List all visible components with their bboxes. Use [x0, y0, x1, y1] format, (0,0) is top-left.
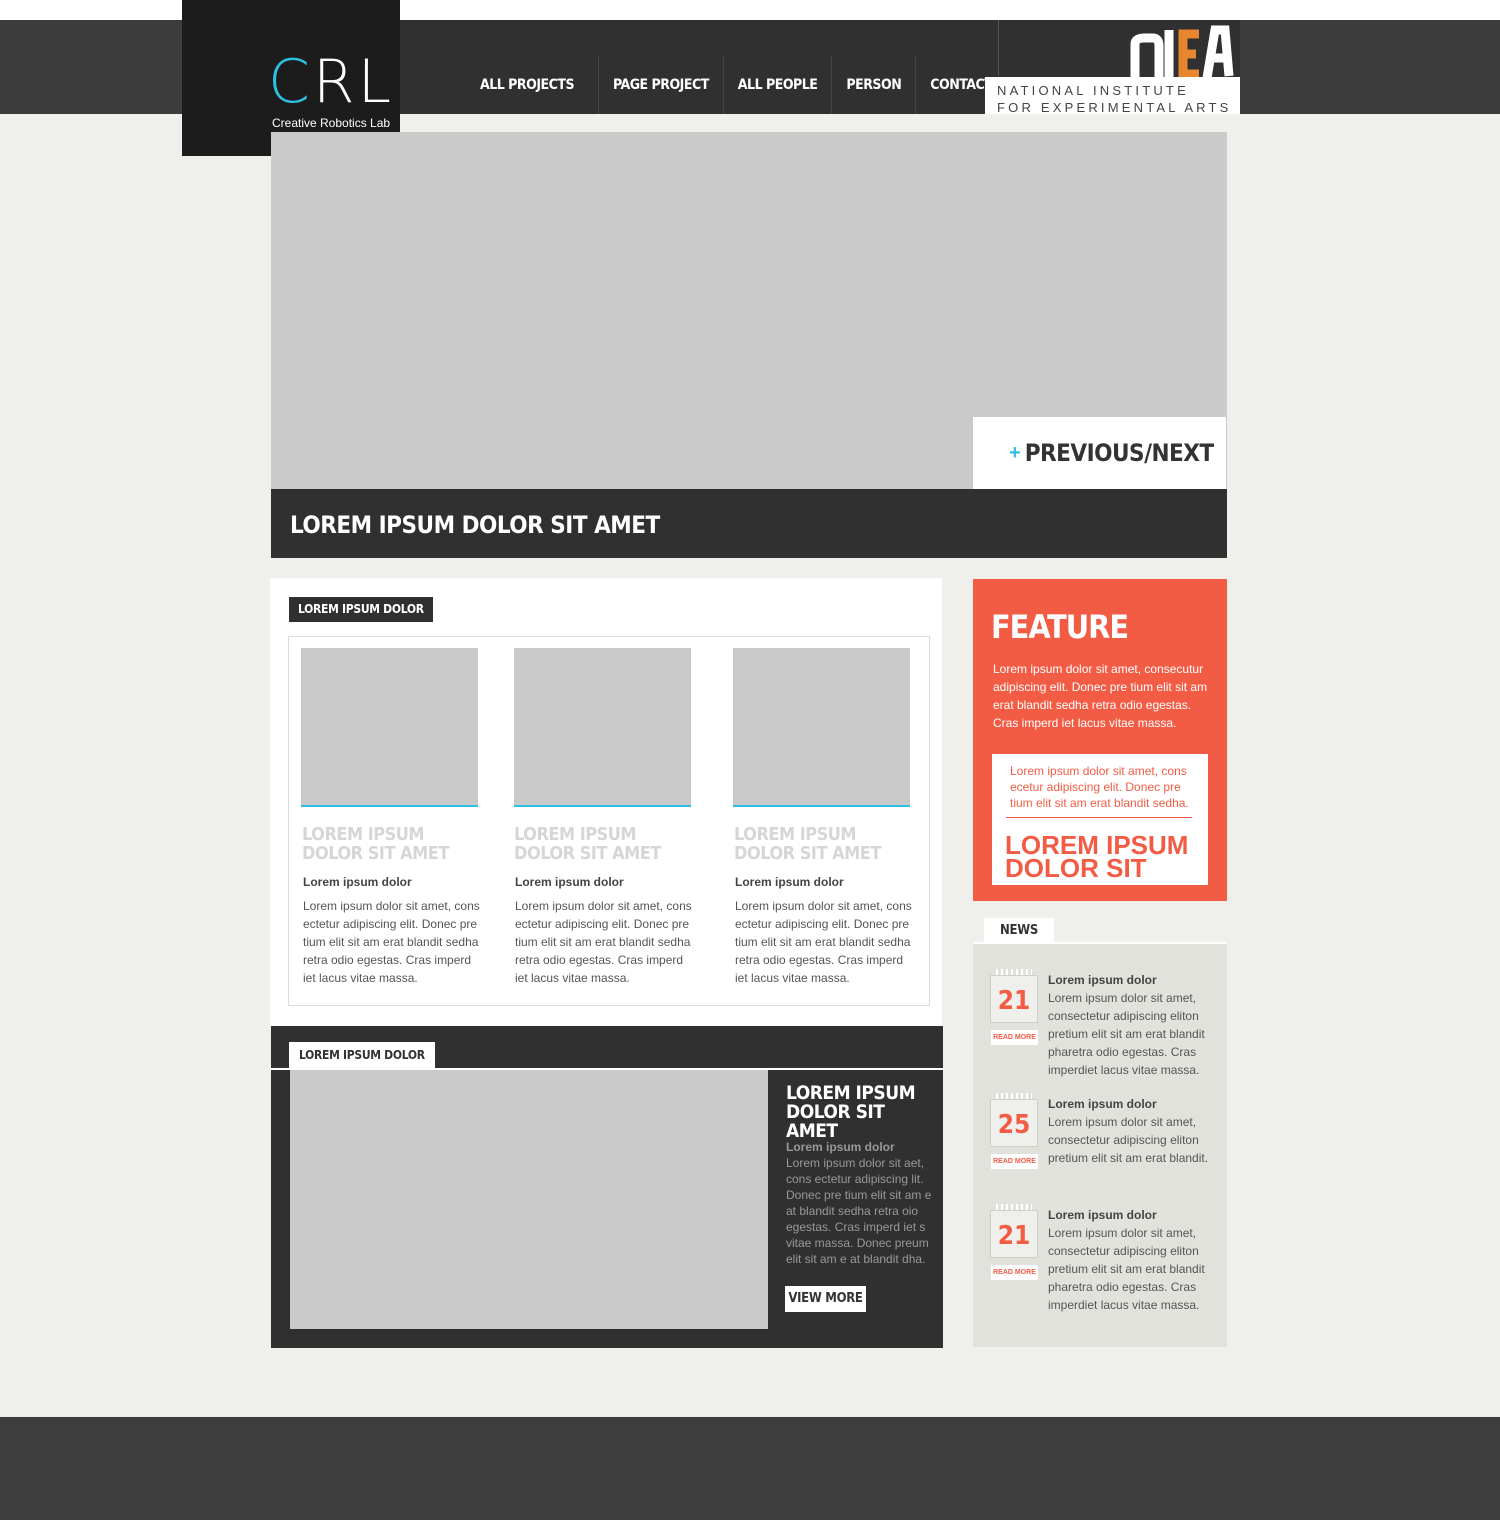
logo-wordmark[interactable]: CRL — [268, 52, 394, 112]
feature-card-text: Lorem ipsum dolor sit amet, cons ecetur … — [1010, 764, 1189, 810]
news-date: 25 — [990, 1099, 1038, 1147]
previous-next-label: PREVIOUS/NEXT — [1024, 439, 1214, 467]
hero-caption: LOREM IPSUM DOLOR SIT AMET — [271, 489, 1227, 558]
nav-person[interactable]: PERSON — [831, 56, 915, 114]
news-headline[interactable]: Lorem ipsum dolor — [1048, 973, 1157, 987]
news-tab[interactable]: NEWS — [984, 918, 1054, 943]
feature-card-headline: LOREM IPSUM DOLOR SIT — [1005, 830, 1189, 883]
project-card-body: Lorem ipsum dolor sit amet, cons ectetur… — [515, 899, 692, 985]
view-more-button[interactable]: VIEW MORE — [785, 1286, 866, 1312]
read-more-button[interactable]: READ MORE — [991, 1265, 1038, 1280]
feature-card-divider — [1006, 817, 1192, 818]
partner-name-line1: NATIONAL INSTITUTE — [997, 83, 1189, 98]
project-card-title[interactable]: LOREM IPSUM DOLOR SIT AMET — [302, 825, 502, 863]
logo-letters: RL — [312, 47, 395, 117]
project-card-subtitle: Lorem ipsum dolor — [303, 875, 412, 889]
news-headline[interactable]: Lorem ipsum dolor — [1048, 1208, 1157, 1222]
featured-section-tag: LOREM IPSUM DOLOR — [289, 1042, 435, 1069]
read-more-button[interactable]: READ MORE — [991, 1154, 1038, 1169]
nav-all-people[interactable]: ALL PEOPLE — [722, 56, 832, 114]
plus-icon: + — [1009, 441, 1021, 464]
news-headline[interactable]: Lorem ipsum dolor — [1048, 1097, 1157, 1111]
featured-project-image[interactable] — [290, 1070, 768, 1329]
project-card-image[interactable] — [733, 648, 910, 807]
project-card-image[interactable] — [301, 648, 478, 807]
feature-body: Lorem ipsum dolor sit amet, consecutur a… — [993, 662, 1208, 730]
projects-section-tag: LOREM IPSUM DOLOR — [289, 597, 433, 622]
news-date: 21 — [990, 975, 1038, 1023]
logo-letter-c: C — [268, 47, 313, 117]
project-card-subtitle: Lorem ipsum dolor — [515, 875, 624, 889]
feature-title: FEATURE — [991, 608, 1129, 646]
project-card-body: Lorem ipsum dolor sit amet, cons ectetur… — [735, 899, 912, 985]
project-card-title[interactable]: LOREM IPSUM DOLOR SIT AMET — [734, 825, 934, 863]
featured-project-title[interactable]: LOREM IPSUM DOLOR SIT AMET — [786, 1084, 936, 1141]
main-nav: ALL PROJECTS PAGE PROJECT ALL PEOPLE PER… — [466, 56, 1006, 114]
project-card-subtitle: Lorem ipsum dolor — [735, 875, 844, 889]
news-date: 21 — [990, 1210, 1038, 1258]
news-body: Lorem ipsum dolor sit amet, consectetur … — [1048, 1115, 1209, 1165]
news-body: Lorem ipsum dolor sit amet, consectetur … — [1048, 1226, 1205, 1312]
read-more-button[interactable]: READ MORE — [991, 1030, 1038, 1045]
featured-project-body: Lorem ipsum dolor sit aet, cons ectetur … — [786, 1156, 932, 1266]
project-card-title[interactable]: LOREM IPSUM DOLOR SIT AMET — [514, 825, 714, 863]
partner-name-line2: FOR EXPERIMENTAL ARTS — [997, 100, 1232, 115]
project-card-image[interactable] — [514, 648, 691, 807]
hero-previous-next-button[interactable]: + PREVIOUS/NEXT — [973, 417, 1226, 489]
project-card-body: Lorem ipsum dolor sit amet, cons ectetur… — [303, 899, 480, 985]
news-body: Lorem ipsum dolor sit amet, consectetur … — [1048, 991, 1205, 1077]
footer — [0, 1417, 1500, 1520]
logo-subtitle: Creative Robotics Lab — [272, 116, 391, 130]
featured-project-subtitle: Lorem ipsum dolor — [786, 1140, 895, 1154]
nav-page-project[interactable]: PAGE PROJECT — [598, 56, 723, 114]
nav-all-projects[interactable]: ALL PROJECTS — [466, 56, 598, 114]
